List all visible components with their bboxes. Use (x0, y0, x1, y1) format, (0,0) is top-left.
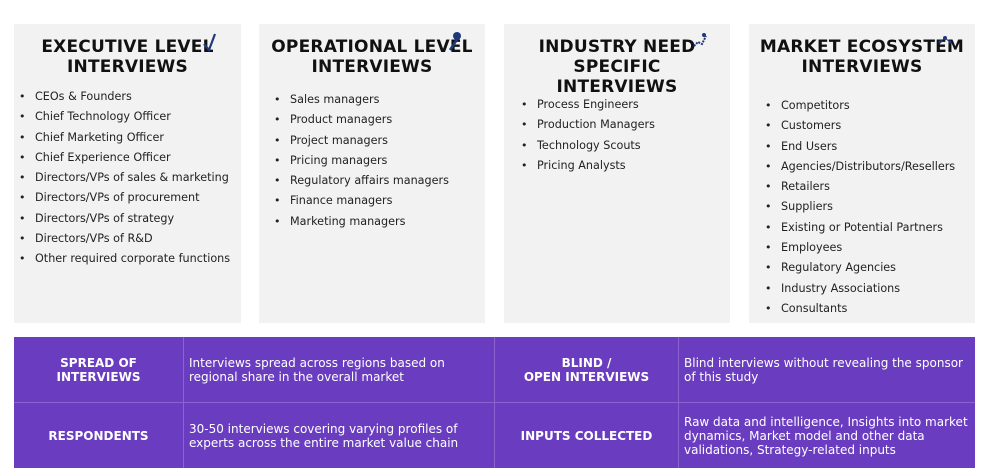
spread-of-interviews-text: Interviews spread across regions based o… (189, 355, 445, 384)
list-item: Product managers (274, 110, 449, 131)
card-executive-level: EXECUTIVE LEVEL INTERVIEWS CEOs & Founde… (14, 24, 241, 323)
blind-open-interviews-text: Blind interviews without revealing the s… (684, 355, 963, 384)
list-item: End Users (765, 137, 955, 158)
list-item: Process Engineers (521, 95, 655, 116)
list-item: Customers (765, 116, 955, 137)
list-item: Chief Marketing Officer (19, 128, 230, 149)
list-item: Chief Technology Officer (19, 107, 230, 128)
blind-open-interviews-label: BLIND / OPEN INTERVIEWS (523, 355, 650, 384)
list-item: Directors/VPs of strategy (19, 209, 230, 230)
list-item: Competitors (765, 96, 955, 117)
person-gear-icon (448, 32, 461, 51)
list-item: Finance managers (274, 191, 449, 212)
card-operational-level: OPERATIONAL LEVEL INTERVIEWS Sales manag… (259, 24, 485, 323)
card-market-ecosystem: MARKET ECOSYSTEM INTERVIEWS Competitors … (749, 24, 975, 323)
list-item: Suppliers (765, 197, 955, 218)
card-list: Sales managers Product managers Project … (274, 90, 449, 232)
list-item: Regulatory affairs managers (274, 171, 449, 192)
list-item: Chief Experience Officer (19, 148, 230, 169)
inputs-collected-label: INPUTS COLLECTED (520, 428, 653, 443)
network-icon (938, 36, 952, 44)
card-industry-need: INDUSTRY NEED SPECIFIC INTERVIEWS Proces… (504, 24, 730, 323)
list-item: Sales managers (274, 90, 449, 111)
list-item: CEOs & Founders (19, 87, 230, 108)
card-list: Competitors Customers End Users Agencies… (765, 96, 955, 320)
list-item: Other required corporate functions (19, 249, 230, 270)
list-item: Retailers (765, 177, 955, 198)
list-item: Marketing managers (274, 212, 449, 233)
spread-of-interviews-label: SPREAD OF INTERVIEWS (56, 355, 141, 384)
list-item: Consultants (765, 299, 955, 320)
list-item: Industry Associations (765, 279, 955, 300)
list-item: Technology Scouts (521, 136, 655, 157)
chess-piece-icon (203, 33, 217, 53)
list-item: Project managers (274, 131, 449, 152)
list-item: Directors/VPs of procurement (19, 188, 230, 209)
list-item: Regulatory Agencies (765, 258, 955, 279)
list-item: Existing or Potential Partners (765, 218, 955, 239)
handshake-icon (693, 33, 707, 47)
list-item: Directors/VPs of R&D (19, 229, 230, 250)
list-item: Directors/VPs of sales & marketing (19, 168, 230, 189)
list-item: Employees (765, 238, 955, 259)
list-item: Pricing Analysts (521, 156, 655, 177)
card-list: CEOs & Founders Chief Technology Officer… (19, 87, 230, 270)
list-item: Production Managers (521, 115, 655, 136)
card-list: Process Engineers Production Managers Te… (521, 95, 655, 176)
interview-summary-panel: SPREAD OF INTERVIEWS Interviews spread a… (14, 337, 975, 468)
list-item: Pricing managers (274, 151, 449, 172)
respondents-text: 30-50 interviews covering varying profil… (189, 421, 459, 450)
inputs-collected-text: Raw data and intelligence, Insights into… (684, 414, 968, 457)
respondents-label: RESPONDENTS (48, 428, 149, 443)
list-item: Agencies/Distributors/Resellers (765, 157, 955, 178)
